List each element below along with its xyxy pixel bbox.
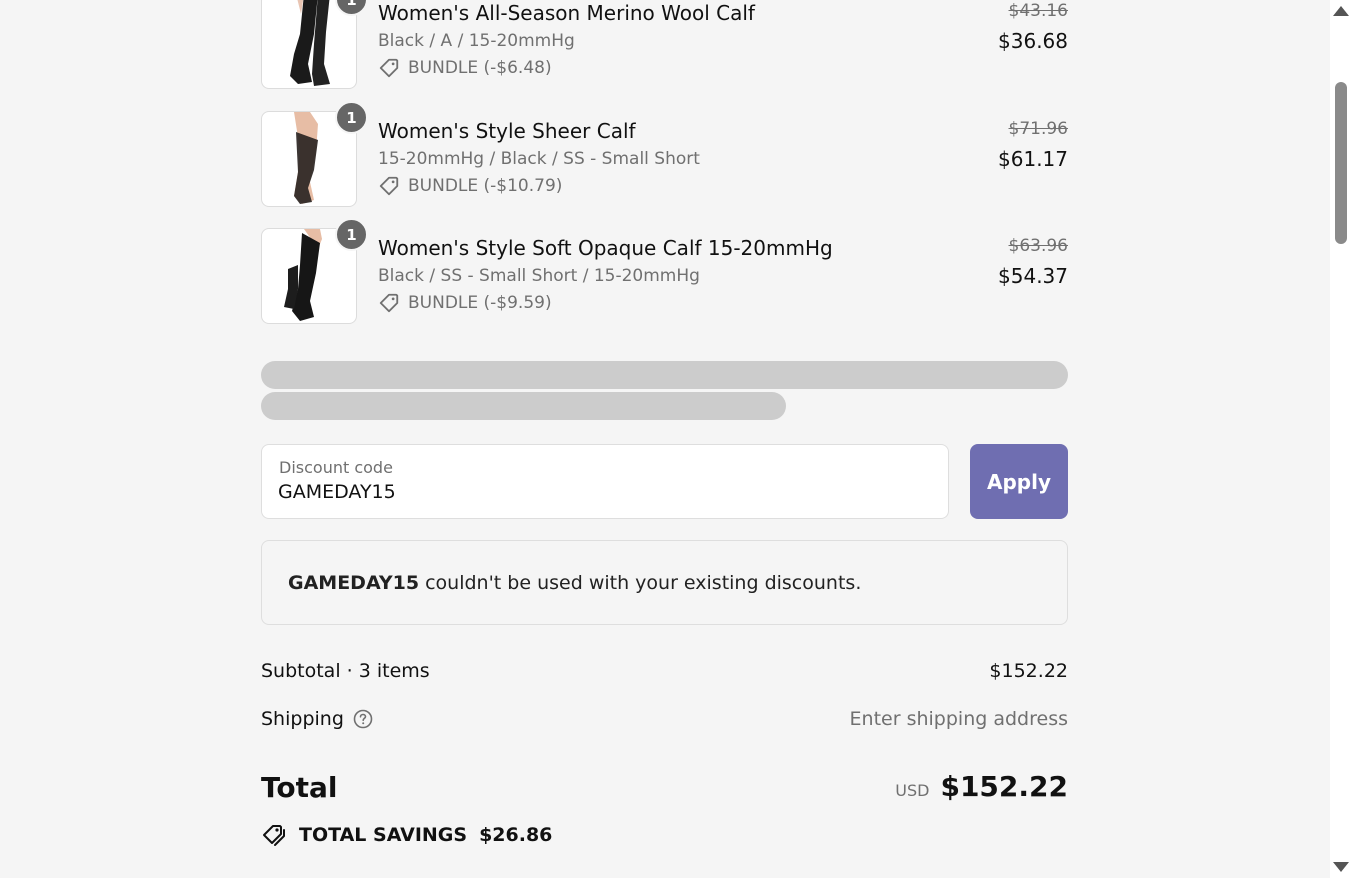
product-name: Women's Style Soft Opaque Calf 15-20mmHg xyxy=(378,236,833,260)
sock-image xyxy=(290,0,330,86)
discount-code-label: Discount code xyxy=(279,458,393,477)
discount-error-banner: GAMEDAY15 couldn't be used with your exi… xyxy=(261,540,1068,625)
sock-image xyxy=(294,112,318,204)
bundle-label: BUNDLE (-$10.79) xyxy=(408,176,563,196)
shipping-value: Enter shipping address xyxy=(849,708,1068,730)
sock-image xyxy=(284,229,322,321)
question-circle-icon[interactable] xyxy=(353,709,373,729)
shipping-row-label: Shipping xyxy=(261,708,373,730)
tag-icon xyxy=(379,58,399,78)
product-variant: 15-20mmHg / Black / SS - Small Short xyxy=(378,149,700,169)
tag-icon xyxy=(379,293,399,313)
line-item: 1 Women's All-Season Merino Wool Calf Bl… xyxy=(261,0,1068,89)
product-name: Women's All-Season Merino Wool Calf xyxy=(378,1,755,25)
quantity-badge: 1 xyxy=(335,101,368,134)
loading-skeleton xyxy=(261,392,786,420)
total-label: Total xyxy=(261,771,338,804)
tags-icon xyxy=(263,825,285,846)
total-savings: TOTAL SAVINGS $26.86 xyxy=(261,822,552,848)
error-code: GAMEDAY15 xyxy=(288,572,420,594)
original-price: $43.16 xyxy=(1008,1,1068,21)
scroll-up-arrow-icon[interactable] xyxy=(1333,6,1349,16)
shipping-label: Shipping xyxy=(261,708,344,730)
discount-code-field[interactable]: Discount code xyxy=(261,444,949,519)
total-value-group: USD $152.22 xyxy=(895,770,1068,803)
quantity-badge: 1 xyxy=(335,218,368,251)
original-price: $71.96 xyxy=(1008,119,1068,139)
scroll-down-arrow-icon[interactable] xyxy=(1333,862,1349,872)
loading-skeleton xyxy=(261,361,1068,389)
savings-amount: $26.86 xyxy=(479,824,553,846)
tag-icon xyxy=(379,176,399,196)
page-scrollbar[interactable] xyxy=(1330,0,1352,878)
error-text: couldn't be used with your existing disc… xyxy=(419,572,862,594)
scrollbar-thumb[interactable] xyxy=(1335,82,1347,244)
discount-code-input[interactable] xyxy=(278,481,928,503)
total-amount: $152.22 xyxy=(940,770,1068,803)
bundle-discount: BUNDLE (-$6.48) xyxy=(378,57,552,79)
total-currency: USD xyxy=(895,781,930,800)
line-item: 1 Women's Style Soft Opaque Calf 15-20mm… xyxy=(261,218,1068,324)
line-item: 1 Women's Style Sheer Calf 15-20mmHg / B… xyxy=(261,101,1068,207)
bundle-label: BUNDLE (-$6.48) xyxy=(408,58,552,78)
apply-button[interactable]: Apply xyxy=(970,444,1068,519)
discounted-price: $54.37 xyxy=(998,264,1068,288)
subtotal-label: Subtotal · 3 items xyxy=(261,660,430,682)
bundle-discount: BUNDLE (-$10.79) xyxy=(378,175,562,197)
bundle-label: BUNDLE (-$9.59) xyxy=(408,293,552,313)
bundle-discount: BUNDLE (-$9.59) xyxy=(378,292,552,314)
product-variant: Black / A / 15-20mmHg xyxy=(378,31,575,51)
original-price: $63.96 xyxy=(1008,236,1068,256)
savings-label: TOTAL SAVINGS xyxy=(299,824,468,846)
product-name: Women's Style Sheer Calf xyxy=(378,119,636,143)
discounted-price: $36.68 xyxy=(998,29,1068,53)
discount-error-message: GAMEDAY15 couldn't be used with your exi… xyxy=(288,572,861,594)
subtotal-value: $152.22 xyxy=(989,660,1068,682)
product-variant: Black / SS - Small Short / 15-20mmHg xyxy=(378,266,700,286)
discounted-price: $61.17 xyxy=(998,147,1068,171)
